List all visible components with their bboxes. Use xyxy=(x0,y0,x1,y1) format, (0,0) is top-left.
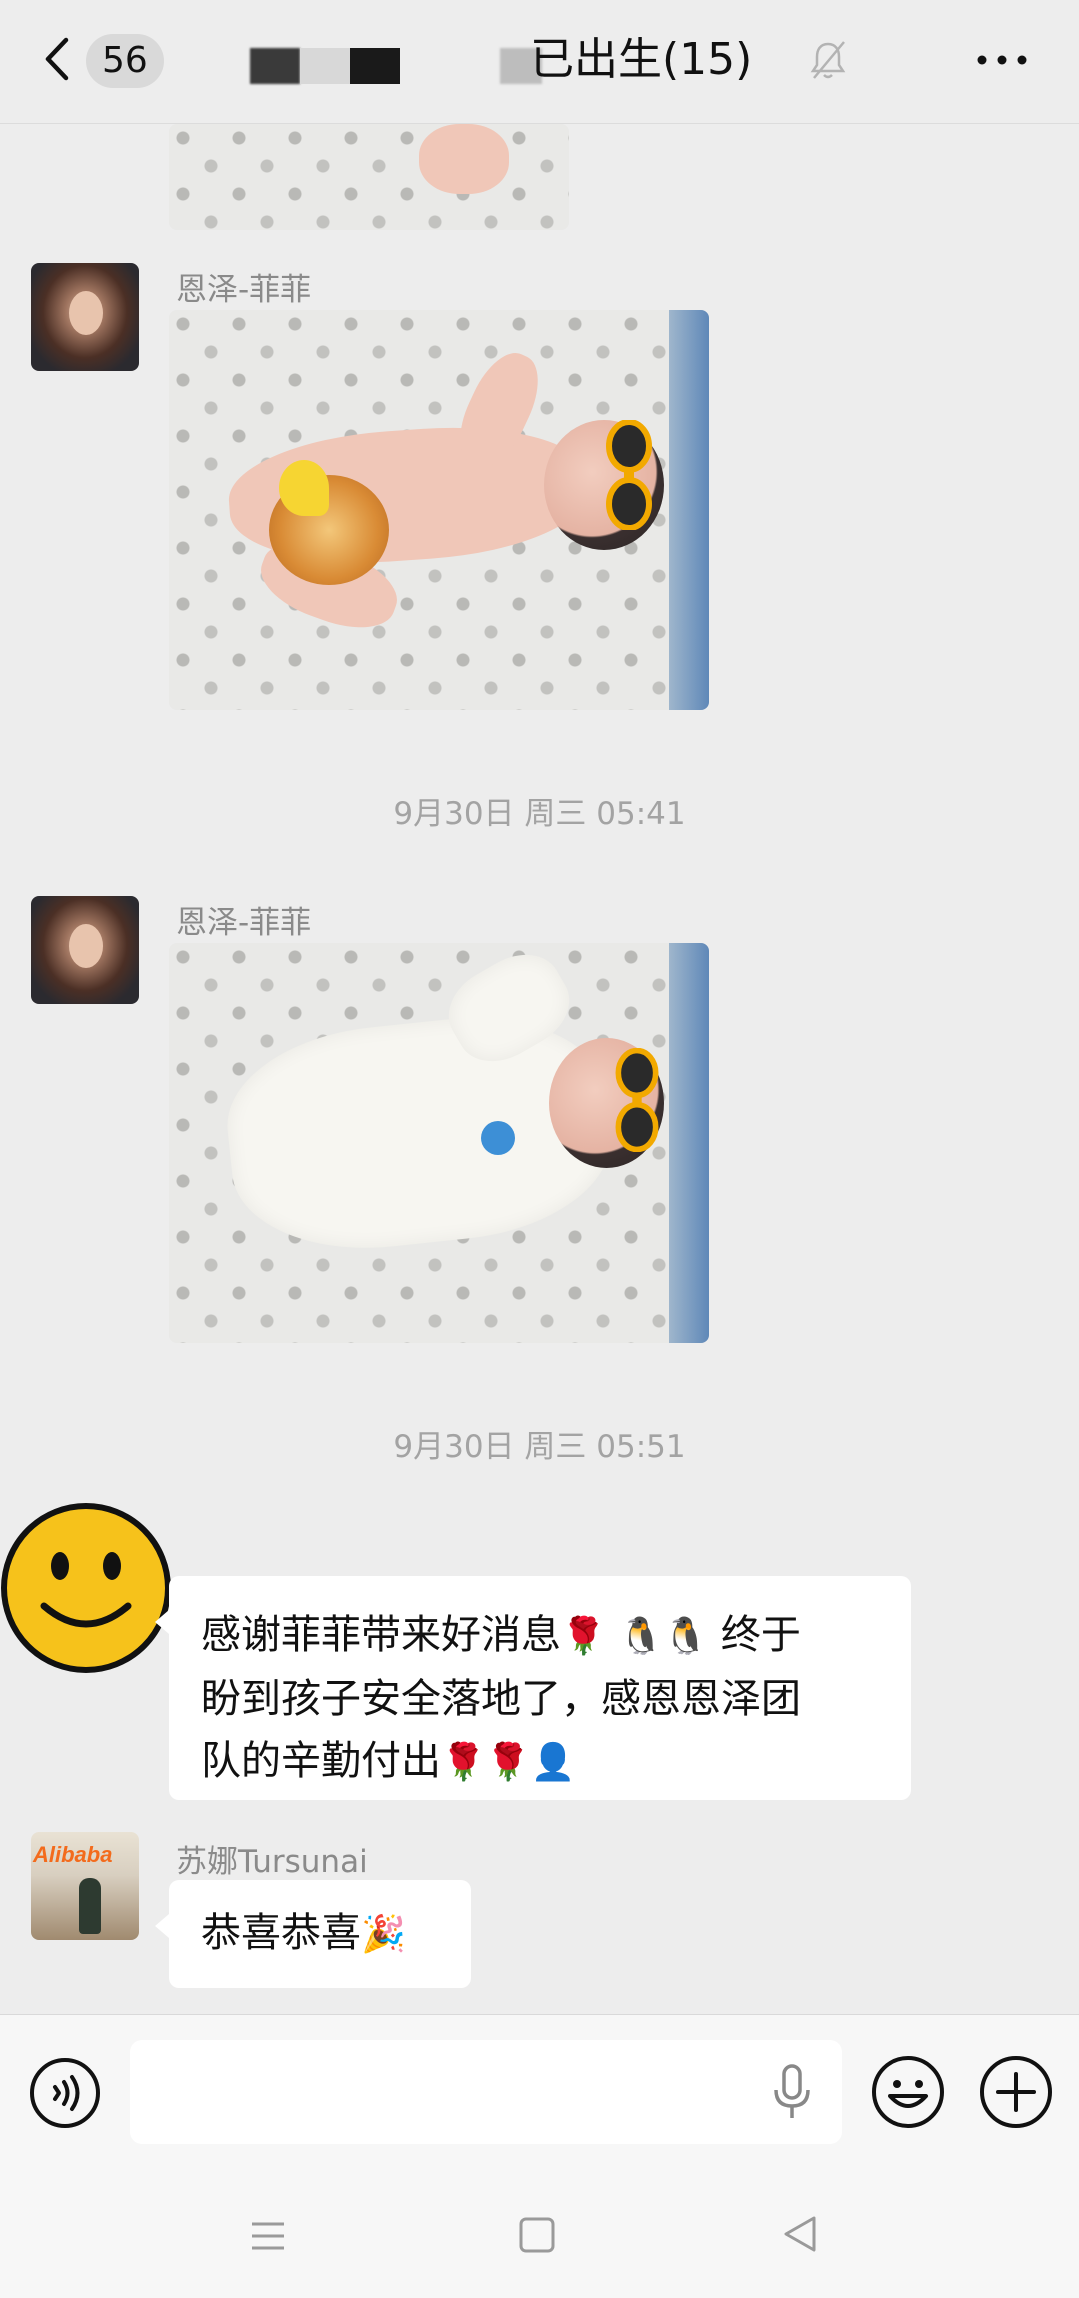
back-triangle-icon[interactable] xyxy=(780,2212,820,2256)
person-icon: 👤 xyxy=(530,1742,576,1783)
baby-foot xyxy=(419,124,509,194)
avatar-logo-text: Alibaba xyxy=(33,1842,113,1867)
plus-icon[interactable] xyxy=(978,2054,1054,2130)
timestamp: 9月30日 周三 05:51 xyxy=(393,1429,686,1465)
home-square-icon[interactable] xyxy=(516,2214,558,2256)
message-input[interactable] xyxy=(130,2040,842,2144)
back-button[interactable] xyxy=(38,34,78,84)
message-bubble[interactable]: 恭喜恭喜🎉 xyxy=(155,1880,471,1988)
more-icon[interactable] xyxy=(972,36,1032,84)
sunglasses-sticker xyxy=(615,1048,659,1152)
message-line: 队的辛勤付出🌹🌹👤 xyxy=(201,1730,879,1794)
sender-name: 恩泽-菲菲 xyxy=(176,272,312,308)
emoji-icon[interactable] xyxy=(870,2054,946,2130)
avatar[interactable] xyxy=(31,896,139,1004)
avatar-person xyxy=(79,1878,101,1934)
chevron-left-icon xyxy=(45,37,69,81)
message-photo[interactable] xyxy=(169,943,709,1343)
avatar[interactable]: Alibaba xyxy=(31,1832,139,1940)
message-line: 感谢菲菲带来好消息🌹 🐧🐧 终于 xyxy=(201,1604,879,1668)
avatar[interactable] xyxy=(31,263,139,371)
bell-off-icon xyxy=(810,41,846,79)
voice-icon[interactable] xyxy=(28,2056,102,2130)
chat-title: 已出生(15) xyxy=(530,34,753,85)
message-text: 盼到孩子安全落地了，感恩恩泽团 xyxy=(201,1676,801,1722)
sender-name: 恩泽-菲菲 xyxy=(176,905,312,941)
timestamp: 9月30日 周三 05:41 xyxy=(393,796,686,832)
chat-header: 56 已出生(15) xyxy=(0,0,1079,124)
sender-name: 苏娜Tursunai xyxy=(176,1844,368,1880)
penguin-icon: 🐧 xyxy=(663,1616,709,1657)
message-bubble[interactable]: 感谢菲菲带来好消息🌹 🐧🐧 终于 盼到孩子安全落地了，感恩恩泽团 队的辛勤付出🌹… xyxy=(155,1576,911,1800)
unread-count-badge[interactable]: 56 xyxy=(86,34,164,88)
message-text: 终于 xyxy=(720,1612,801,1658)
onesie-logo xyxy=(481,1121,515,1155)
smiley-avatar[interactable] xyxy=(0,1502,172,1674)
redacted-title-block xyxy=(350,48,400,84)
message-text: 感谢菲菲带来好消息 xyxy=(201,1612,561,1658)
photo-blue-edge xyxy=(669,943,709,1343)
rose-icon: 🌹 xyxy=(441,1742,486,1783)
penguin-icon: 🐧 xyxy=(618,1616,664,1657)
rose-icon: 🌹 xyxy=(561,1616,606,1657)
party-icon: 🎉 xyxy=(361,1914,406,1955)
mic-icon[interactable] xyxy=(772,2064,812,2120)
message-photo[interactable] xyxy=(169,124,569,230)
message-text: 队的辛勤付出 xyxy=(201,1738,441,1784)
redacted-title-block xyxy=(250,48,300,84)
sunglasses-sticker xyxy=(606,420,652,530)
message-line: 盼到孩子安全落地了，感恩恩泽团 xyxy=(201,1668,879,1730)
message-text: 恭喜恭喜 xyxy=(201,1910,361,1956)
redacted-title-block xyxy=(300,48,350,84)
rose-icon: 🌹 xyxy=(485,1742,531,1783)
recents-menu-icon[interactable] xyxy=(248,2216,288,2256)
photo-blue-edge xyxy=(669,310,709,710)
banana-sticker xyxy=(279,460,329,516)
message-photo[interactable] xyxy=(169,310,709,710)
